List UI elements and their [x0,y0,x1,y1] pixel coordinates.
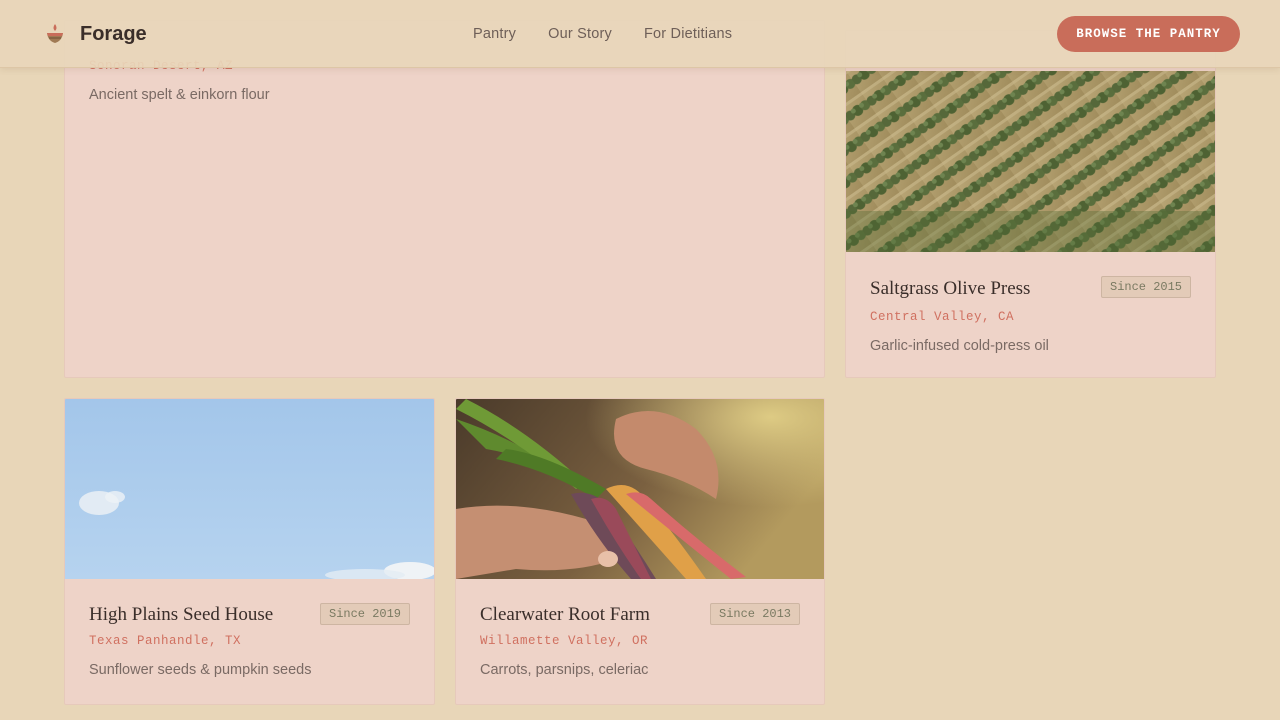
olive-grove-photo [846,71,1215,252]
brand[interactable]: Forage [44,22,147,46]
card-description: Sunflower seeds & pumpkin seeds [89,662,312,678]
nav-for-dietitians[interactable]: For Dietitians [644,26,732,42]
since-badge: Since 2013 [710,603,801,625]
brand-name: Forage [80,22,147,45]
sky-photo [65,399,434,579]
card-location: Willamette Valley, OR [480,634,649,648]
since-badge: Since 2019 [320,603,411,625]
card-description: Garlic-infused cold-press oil [870,338,1049,354]
nav-our-story[interactable]: Our Story [548,26,612,42]
carrots-photo [456,399,824,579]
nav-pantry[interactable]: Pantry [473,26,516,42]
olive-grove-image [846,71,1215,252]
producer-card[interactable]: Clearwater Root Farm Willamette Valley, … [455,398,825,705]
card-location: Texas Panhandle, TX [89,634,242,648]
producer-card[interactable]: Sonoran Desert, AZ Ancient spelt & einko… [64,20,825,378]
card-description: Ancient spelt & einkorn flour [89,87,270,103]
card-location: Central Valley, CA [870,310,1015,324]
since-badge: Since 2015 [1101,276,1192,298]
browse-pantry-button[interactable]: BROWSE THE PANTRY [1057,16,1240,52]
card-description: Carrots, parsnips, celeriac [480,662,649,678]
sky-image [65,399,434,579]
forage-logo-icon [44,22,66,46]
carrots-image [456,399,824,579]
producer-card[interactable]: Saltgrass Olive Press Central Valley, CA… [845,30,1216,378]
producer-card[interactable]: High Plains Seed House Texas Panhandle, … [64,398,435,705]
main-nav: Pantry Our Story For Dietitians [473,26,732,42]
site-header: Forage Pantry Our Story For Dietitians B… [0,0,1280,68]
